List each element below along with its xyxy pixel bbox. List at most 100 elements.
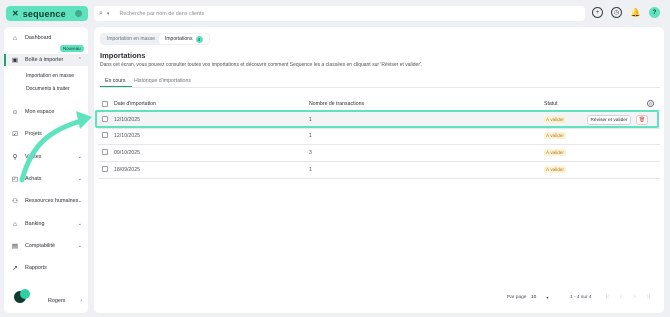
people-icon: ⚇ <box>12 198 18 205</box>
sidebar-item-label: Boîte à importer <box>25 57 64 63</box>
user-icon: ☺ <box>11 108 19 116</box>
sidebar-item-label: Dashboard <box>25 35 52 41</box>
row-checkbox[interactable] <box>102 166 108 172</box>
sidebar-subitem-documents-a-traiter[interactable]: Documents à traiter <box>26 86 70 92</box>
brand-mark-icon: ✕ <box>12 9 19 18</box>
chevron-down-icon: ⌄ <box>77 221 82 227</box>
sidebar-item-ventes[interactable]: ⚲ Ventes ⌄ <box>4 151 88 163</box>
sidebar-item-boite-a-importer[interactable]: ▣ Boîte à importer ⌃ <box>4 54 88 66</box>
column-header-status[interactable]: Statut <box>544 101 558 107</box>
bank-icon: ⌂ <box>13 220 17 228</box>
help-icon[interactable]: ? <box>649 7 660 18</box>
status-badge: À valider <box>544 132 566 139</box>
sidebar-item-label: Ventes <box>25 154 42 160</box>
tab-en-cours[interactable]: En cours <box>105 78 125 84</box>
sidebar-item-label: Ressources humaines <box>25 198 79 204</box>
tab-historique[interactable]: Historique d'importations <box>134 78 191 84</box>
sidebar-item-ressources-humaines[interactable]: ⚇ Ressources humaines ⌄ <box>4 195 88 207</box>
new-badge: Nouveau <box>60 45 84 52</box>
chevron-up-icon: ⌃ <box>77 57 82 63</box>
avatar-badge-icon <box>20 289 30 299</box>
search-icon: ⌕ <box>99 9 103 17</box>
search-input[interactable]: Recherche par nom de dans clients <box>119 11 204 17</box>
top-bar: ✕ sequence ⌕ ▾ Recherche par nom de dans… <box>0 0 670 27</box>
sidebar-item-label: Banking <box>25 221 45 227</box>
ledger-icon: ▤ <box>11 243 19 250</box>
sidebar-item-rapports[interactable]: ↗ Rapports <box>4 262 88 274</box>
sidebar-item-label: Projets <box>25 131 42 137</box>
per-page-value: 10 <box>531 295 537 300</box>
bell-icon[interactable]: 🔔 <box>630 7 641 18</box>
chevron-down-icon: ⌄ <box>77 243 82 249</box>
per-page-select[interactable]: 10 ▾ <box>529 293 555 302</box>
sidebar-subitem-importation-en-masse[interactable]: Importation en masse <box>26 73 74 79</box>
divider <box>100 87 660 88</box>
column-header-date[interactable]: Date d'importation <box>114 101 156 107</box>
tab-label: Importation en masse <box>107 36 156 42</box>
sidebar-item-label: Rogers <box>48 298 66 304</box>
brand-logo[interactable]: ✕ sequence <box>6 6 88 21</box>
divider <box>98 144 660 145</box>
first-page-icon[interactable]: |‹ <box>606 294 609 300</box>
brand-name: sequence <box>22 8 66 19</box>
per-page-label: Par page <box>507 295 527 300</box>
sidebar-item-projets[interactable]: ☑ Projets <box>4 128 88 140</box>
tab-count-badge: 4 <box>195 35 203 43</box>
chevron-down-icon: ⌄ <box>77 154 82 160</box>
pagination-range: 1 - 4 sur 4 <box>570 295 592 300</box>
brand-badge-icon <box>75 10 82 17</box>
sidebar-item-dashboard[interactable]: ⌂ Dashboard <box>4 32 88 44</box>
row-date: 18/09/2025 <box>114 167 140 173</box>
check-square-icon: ☑ <box>12 131 18 138</box>
sidebar-item-mon-espace[interactable]: ☺ Mon espace <box>4 106 88 118</box>
prev-page-icon[interactable]: ‹ <box>620 294 622 300</box>
table-header: Date d'importation Nombre de transaction… <box>94 98 664 110</box>
chevron-down-icon: ⌄ <box>77 198 82 204</box>
tab-importation-en-masse[interactable]: Importation en masse <box>101 34 161 44</box>
tag-icon: ⚲ <box>12 154 18 161</box>
status-badge: À valider <box>544 149 566 156</box>
sidebar-item-label: Achats <box>25 176 42 182</box>
sidebar-item-label: Comptabilité <box>25 243 55 249</box>
chevron-down-icon[interactable]: ▾ <box>107 11 110 17</box>
active-indicator <box>4 54 6 66</box>
status-badge: À valider <box>544 166 566 173</box>
row-count: 3 <box>309 150 312 156</box>
chevron-down-icon: ⌄ <box>77 176 82 182</box>
chevron-down-icon: ▾ <box>546 295 549 300</box>
header-actions: + ◷ 🔔 ? <box>592 7 660 18</box>
sidebar-item-label: Mon espace <box>25 109 55 115</box>
search-bar[interactable]: ⌕ ▾ Recherche par nom de dans clients <box>94 6 585 21</box>
plus-circle-icon[interactable]: + <box>592 7 603 18</box>
divider <box>98 128 660 129</box>
row-count: 1 <box>309 133 312 139</box>
top-tabs: Importation en masse Importations 4 <box>100 33 210 45</box>
row-checkbox[interactable] <box>102 132 108 138</box>
divider <box>98 161 660 162</box>
row-checkbox[interactable] <box>102 149 108 155</box>
table-settings-icon[interactable]: ⚙ <box>647 100 654 107</box>
clock-icon[interactable]: ◷ <box>611 7 622 18</box>
last-page-icon[interactable]: ›| <box>647 294 650 300</box>
tab-label: Importations <box>165 36 193 42</box>
highlight-frame <box>95 110 659 128</box>
bag-icon: ◰ <box>11 176 19 183</box>
sidebar-item-comptabilite[interactable]: ▤ Comptabilité ⌄ <box>4 240 88 252</box>
select-all-checkbox[interactable] <box>102 101 108 107</box>
row-count: 1 <box>309 167 312 173</box>
sidebar-item-achats[interactable]: ◰ Achats ⌄ <box>4 173 88 185</box>
home-icon: ⌂ <box>13 34 17 42</box>
inbox-icon: ▣ <box>11 57 19 64</box>
row-date: 12/10/2025 <box>114 133 140 139</box>
chevron-right-icon: › <box>80 298 82 304</box>
sidebar-item-banking[interactable]: ⌂ Banking ⌄ <box>4 218 88 230</box>
row-date: 09/10/2025 <box>114 150 140 156</box>
main-panel: Importation en masse Importations 4 Impo… <box>94 27 664 313</box>
tab-importations[interactable]: Importations 4 <box>159 34 209 44</box>
page-title: Importations <box>100 51 146 60</box>
next-page-icon[interactable]: › <box>634 294 636 300</box>
divider <box>98 178 660 179</box>
sidebar: ⌂ Dashboard Nouveau ▣ Boîte à importer ⌃… <box>4 27 88 313</box>
column-header-count[interactable]: Nombre de transactions <box>309 101 364 107</box>
sidebar-item-label: Rapports <box>25 265 47 271</box>
